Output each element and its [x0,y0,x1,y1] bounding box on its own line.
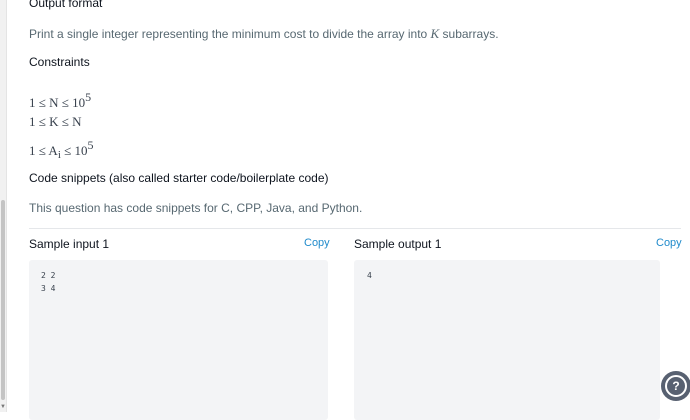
code-line: 3 4 [41,284,56,293]
constraint-n-text: 1 ≤ N ≤ 10 [29,95,86,110]
sample-input-code: 2 2 3 4 [29,260,328,295]
output-format-heading: Output format [29,0,103,10]
constraint-a-bound: ≤ 10 [60,143,88,158]
constraints-heading: Constraints [29,55,90,69]
sample-output-box: 4 [354,260,660,420]
sample-output-title: Sample output 1 [354,237,442,251]
code-line: 4 [367,271,372,280]
constraint-n-exp: 5 [85,90,92,104]
help-button[interactable]: ? [661,371,690,401]
output-format-text: Print a single integer representing the … [29,26,499,42]
divider [29,228,681,229]
scrollbar[interactable]: ▼ [0,0,7,412]
sample-output-code: 4 [354,260,660,282]
constraint-n: 1 ≤ N ≤ 105 [29,90,91,111]
code-snippets-heading: Code snippets (also called starter code/… [29,171,329,185]
copy-input-button[interactable]: Copy [304,237,330,249]
question-icon: ? [665,375,687,397]
copy-output-button[interactable]: Copy [656,237,682,249]
scrollbar-thumb[interactable] [1,200,5,400]
problem-content: Output format Print a single integer rep… [29,0,690,420]
constraint-a: 1 ≤ Ai ≤ 105 [29,138,94,161]
output-format-var: K [430,26,440,41]
sample-input-box: 2 2 3 4 [29,260,328,420]
constraint-a-text: 1 ≤ A [29,143,58,158]
scroll-down-arrow-icon[interactable]: ▼ [0,402,6,412]
constraint-k: 1 ≤ K ≤ N [29,114,82,129]
constraint-a-exp: 5 [87,138,94,152]
output-format-text-end: subarrays. [439,27,499,41]
output-format-text-start: Print a single integer representing the … [29,27,431,41]
code-snippets-text: This question has code snippets for C, C… [29,201,363,215]
sample-input-title: Sample input 1 [29,237,110,251]
code-line: 2 2 [41,271,56,280]
